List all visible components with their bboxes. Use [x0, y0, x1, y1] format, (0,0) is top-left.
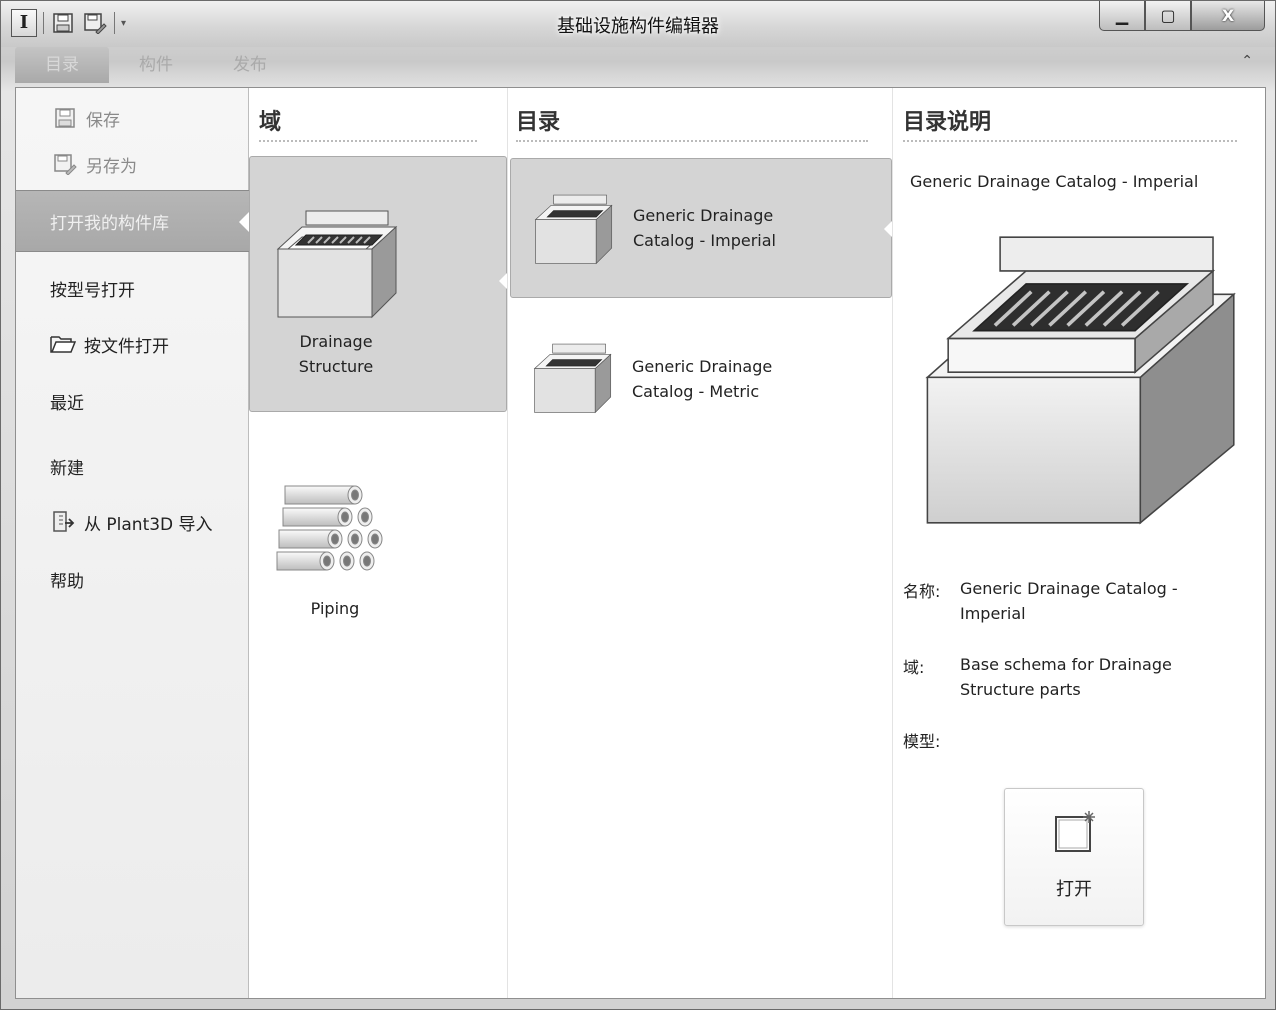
new-document-icon: [1055, 811, 1095, 852]
nav-import-plant3d-label: 从 Plant3D 导入: [84, 514, 213, 535]
catalog-item-imperial[interactable]: Generic Drainage Catalog - Imperial: [510, 158, 892, 298]
domain-tile-piping[interactable]: Piping: [249, 468, 507, 618]
nav-new[interactable]: 新建: [16, 450, 249, 482]
description-header: 目录说明: [903, 110, 992, 135]
nav-open-my-library[interactable]: 打开我的构件库: [16, 190, 250, 252]
domain-header: 域: [259, 110, 282, 135]
name-value: Generic Drainage Catalog - Imperial: [960, 576, 1178, 626]
app-window: I ▾ 基础设施构件编辑器 ▁ ▢ X 目录 构件 发布 ⌃ 保存 另存为 打开…: [0, 0, 1276, 1010]
domain-tile-drainage-structure[interactable]: Drainage Structure: [249, 156, 507, 412]
catalog-title: Generic Drainage Catalog - Imperial: [910, 172, 1199, 191]
close-button[interactable]: X: [1191, 1, 1265, 31]
open-button[interactable]: 打开: [1004, 788, 1144, 926]
nav-recent[interactable]: 最近: [16, 385, 249, 417]
domain-tile-label: Drainage Structure: [250, 329, 422, 379]
name-key: 名称:: [903, 582, 941, 601]
open-button-label: 打开: [1056, 879, 1092, 900]
catalog-column: 目录 Generic Drainage Catalog - Imperial G…: [508, 88, 892, 998]
nav-open-by-file-label: 按文件打开: [84, 336, 169, 357]
domain-key: 域:: [903, 658, 925, 677]
catalog-label-line2: Catalog - Metric: [632, 382, 760, 401]
piping-icon: [276, 485, 383, 571]
model-key: 模型:: [903, 732, 941, 751]
domain-value: Base schema for Drainage Structure parts: [960, 652, 1172, 702]
backstage-content: 保存 另存为 打开我的构件库 按型号打开 按文件打开 最近 新建 从 Plant…: [15, 87, 1266, 999]
domain-value-line1: Base schema for Drainage: [960, 655, 1172, 674]
catalog-label-line1: Generic Drainage: [633, 206, 774, 225]
description-header-rule: [903, 140, 1237, 142]
minimize-button[interactable]: ▁: [1099, 1, 1145, 31]
window-controls: ▁ ▢ X: [1099, 1, 1265, 31]
save-as-icon: [52, 151, 78, 177]
name-value-line1: Generic Drainage Catalog -: [960, 579, 1178, 598]
nav-open-by-model-label: 按型号打开: [50, 280, 135, 301]
catalog-item-metric[interactable]: Generic Drainage Catalog - Metric: [510, 312, 892, 432]
import-icon: [50, 509, 76, 535]
window-title: 基础设施构件编辑器: [557, 16, 719, 37]
nav-open-my-library-label: 打开我的构件库: [50, 213, 169, 234]
nav-import-plant3d[interactable]: 从 Plant3D 导入: [16, 506, 249, 538]
catalog-item-label: Generic Drainage Catalog - Imperial: [633, 203, 776, 253]
domain-header-rule: [259, 140, 477, 142]
domain-value-line2: Structure parts: [960, 680, 1081, 699]
domain-label-line1: Drainage: [299, 332, 373, 351]
title-bar: I ▾ 基础设施构件编辑器 ▁ ▢ X: [1, 1, 1275, 47]
ribbon-tabs: 目录 构件 发布: [15, 47, 297, 83]
tab-parts[interactable]: 构件: [109, 47, 203, 83]
drainage-structure-icon: [276, 210, 398, 319]
nav-save[interactable]: 保存: [16, 102, 249, 134]
domain-column: 域 Drainage Structure Piping: [249, 88, 507, 998]
tab-publish[interactable]: 发布: [203, 47, 297, 83]
catalog-header: 目录: [516, 110, 561, 135]
nav-open-by-file[interactable]: 按文件打开: [16, 328, 249, 360]
drainage-structure-icon: [533, 343, 612, 414]
nav-recent-label: 最近: [50, 393, 84, 414]
nav-help-label: 帮助: [50, 571, 84, 592]
nav-new-label: 新建: [50, 458, 84, 479]
ribbon-collapse-icon[interactable]: ⌃: [1241, 53, 1253, 69]
maximize-button[interactable]: ▢: [1145, 1, 1191, 31]
backstage-nav: 保存 另存为 打开我的构件库 按型号打开 按文件打开 最近 新建 从 Plant…: [16, 88, 250, 998]
selection-pointer: [499, 273, 507, 289]
catalog-item-label: Generic Drainage Catalog - Metric: [632, 354, 772, 404]
description-column: 目录说明 Generic Drainage Catalog - Imperial: [893, 88, 1265, 998]
nav-open-by-model[interactable]: 按型号打开: [16, 272, 249, 304]
domain-tile-label: Piping: [310, 599, 360, 618]
domain-label-line2: Structure: [298, 357, 374, 376]
selection-pointer: [884, 221, 892, 237]
nav-save-label: 保存: [86, 110, 120, 131]
folder-open-icon: [50, 331, 76, 357]
catalog-header-rule: [516, 140, 868, 142]
name-value-line2: Imperial: [960, 604, 1026, 623]
drainage-structure-preview-icon: [925, 236, 1236, 525]
nav-save-as-label: 另存为: [86, 156, 137, 177]
nav-help[interactable]: 帮助: [16, 563, 249, 595]
save-icon: [52, 105, 78, 131]
drainage-structure-icon: [534, 194, 613, 265]
nav-save-as[interactable]: 另存为: [16, 148, 249, 180]
tab-catalog[interactable]: 目录: [15, 47, 109, 83]
catalog-label-line2: Catalog - Imperial: [633, 231, 776, 250]
catalog-label-line1: Generic Drainage: [632, 357, 773, 376]
